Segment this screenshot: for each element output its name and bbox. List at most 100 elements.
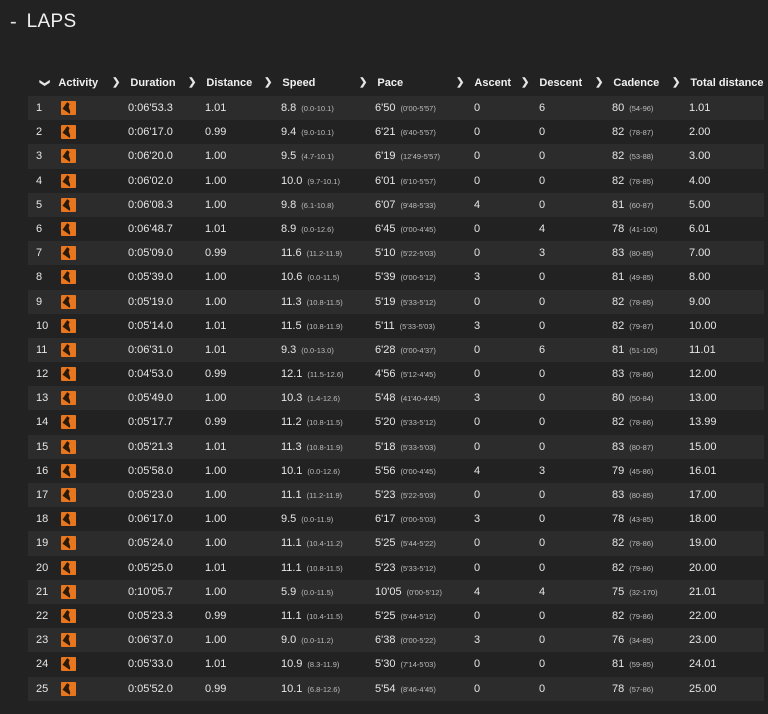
table-row[interactable]: 22 0:05'23.3 0.99 11.1 (10.4-11.5) 5'25 (5… — [28, 603, 764, 629]
lap-speed-range: (0.0-11.2) — [301, 636, 334, 646]
table-row[interactable]: 7 0:05'09.0 0.99 11.6 (11.2-11.9) 5'10 (5'… — [28, 241, 764, 266]
column-header-total-distance[interactable]: ❯ Total distance — [672, 70, 764, 96]
column-header-descent[interactable]: ❯ Descent — [521, 70, 582, 96]
running-shoe-icon[interactable] — [61, 536, 76, 551]
table-row[interactable]: 12 0:04'53.0 0.99 12.1 (11.5-12.6) 4'56 (5… — [28, 362, 764, 387]
table-row[interactable]: 25 0:05'52.0 0.99 10.1 (6.8-12.6) 5'54 (8'… — [28, 676, 764, 701]
lap-descent: 0 — [539, 295, 546, 308]
chevron-right-icon[interactable]: ❯ — [112, 70, 120, 96]
laps-section-header[interactable]: - LAPS — [10, 9, 76, 35]
lap-speed-value: 11.2 — [281, 416, 302, 429]
table-row[interactable]: 14 0:05'17.7 0.99 11.2 (10.8-11.5) 5'20 (5… — [28, 410, 764, 435]
lap-descent: 0 — [539, 198, 546, 211]
lap-distance: 0.99 — [205, 416, 227, 429]
column-header-pace[interactable]: ❯ Pace — [359, 70, 403, 96]
lap-pace: 5'20 (5'33-5'12) — [375, 410, 436, 434]
lap-pace-value: 5'19 — [375, 295, 396, 308]
lap-cadence-range: (78-86) — [629, 370, 654, 380]
running-shoe-icon[interactable] — [61, 488, 76, 502]
chevron-right-icon[interactable]: ❯ — [264, 70, 272, 96]
running-shoe-icon[interactable] — [61, 463, 76, 478]
chevron-right-icon[interactable]: ❯ — [595, 70, 603, 96]
table-row[interactable]: 2 0:06'17.0 0.99 9.4 (9.0-10.1) 6'21 (6'40… — [28, 120, 764, 145]
column-header-label: Speed — [282, 77, 316, 89]
lap-cadence: 76 (34-85) — [612, 628, 653, 652]
lap-cadence: 81 (49-85) — [612, 265, 653, 289]
table-row[interactable]: 23 0:06'37.0 1.00 9.0 (0.0-11.2) 6'38 (0'0… — [28, 628, 764, 653]
lap-cadence-range: (78-85) — [629, 297, 654, 307]
lap-duration: 0:05'39.0 — [128, 271, 173, 284]
table-row[interactable]: 9 0:05'19.0 1.00 11.3 (10.8-11.5) 5'19 (5'… — [28, 289, 764, 314]
lap-speed: 10.1 (0.0-12.6) — [281, 459, 340, 483]
chevron-right-icon[interactable]: ❯ — [672, 70, 680, 96]
chevron-right-icon[interactable]: ❯ — [359, 70, 367, 96]
lap-speed-value: 9.5 — [281, 513, 297, 526]
lap-descent: 4 — [539, 585, 546, 598]
lap-number: 19 — [36, 537, 49, 550]
table-row[interactable]: 1 0:06'53.3 1.01 8.8 (0.0-10.1) 6'50 (0'00… — [28, 96, 764, 121]
table-row[interactable]: 16 0:05'58.0 1.00 10.1 (0.0-12.6) 5'56 (0'… — [28, 458, 764, 483]
running-shoe-icon[interactable] — [61, 342, 76, 357]
running-shoe-icon[interactable] — [61, 633, 76, 648]
column-header-distance[interactable]: ❯ Distance — [188, 70, 252, 96]
chevron-right-icon[interactable]: ❯ — [188, 70, 196, 96]
lap-pace-value: 5'23 — [375, 489, 396, 501]
lap-cadence: 82 (78-86) — [612, 531, 653, 555]
collapse-icon[interactable]: - — [10, 9, 17, 35]
running-shoe-icon[interactable] — [61, 657, 76, 672]
running-shoe-icon[interactable] — [61, 367, 76, 382]
column-header-ascent[interactable]: ❯ Ascent — [456, 70, 511, 96]
running-shoe-icon[interactable] — [61, 270, 76, 285]
lap-ascent: 3 — [474, 319, 481, 332]
running-shoe-icon[interactable] — [61, 318, 76, 333]
lap-speed-value: 11.5 — [281, 319, 302, 332]
running-shoe-icon[interactable] — [61, 584, 76, 599]
table-row[interactable]: 19 0:05'24.0 1.00 11.1 (10.4-11.2) 5'25 (5… — [28, 531, 764, 556]
lap-cadence-value: 82 — [612, 174, 625, 187]
table-row[interactable]: 10 0:05'14.0 1.01 11.5 (10.8-11.9) 5'11 (5… — [28, 313, 764, 338]
lap-distance: 1.01 — [205, 561, 227, 574]
table-row[interactable]: 3 0:06'20.0 1.00 9.5 (4.7-10.1) 6'19 (12'4… — [28, 144, 764, 169]
running-shoe-icon[interactable] — [61, 173, 76, 188]
lap-pace: 6'28 (0'00-4'37) — [375, 338, 436, 362]
running-shoe-icon[interactable] — [61, 125, 76, 140]
running-shoe-icon[interactable] — [61, 391, 76, 406]
table-row[interactable]: 15 0:05'21.3 1.01 11.3 (10.8-11.9) 5'18 (5… — [28, 434, 764, 459]
lap-cadence-value: 82 — [612, 537, 625, 550]
lap-duration: 0:06'02.0 — [128, 174, 173, 187]
running-shoe-icon[interactable] — [61, 439, 76, 454]
table-row[interactable]: 13 0:05'49.0 1.00 10.3 (1.4-12.6) 5'48 (41… — [28, 386, 764, 411]
running-shoe-icon[interactable] — [61, 415, 76, 430]
chevron-right-icon[interactable]: ❯ — [521, 70, 529, 96]
running-shoe-icon[interactable] — [61, 101, 76, 115]
running-shoe-icon[interactable] — [61, 149, 76, 164]
lap-pace-value: 5'18 — [375, 440, 396, 453]
table-row[interactable]: 8 0:05'39.0 1.00 10.6 (0.0-11.5) 5'39 (0'0… — [28, 265, 764, 290]
running-shoe-icon[interactable] — [61, 221, 76, 236]
table-row[interactable]: 6 0:06'48.7 1.01 8.9 (0.0-12.6) 6'45 (0'00… — [28, 216, 764, 242]
column-header-duration[interactable]: ❯ Duration — [112, 70, 176, 96]
table-row[interactable]: 11 0:06'31.0 1.01 9.3 (0.0-13.0) 6'28 (0'0… — [28, 337, 764, 363]
lap-number: 18 — [36, 513, 49, 526]
column-header-cadence[interactable]: ❯ Cadence — [595, 70, 659, 96]
column-header-speed[interactable]: ❯ Speed — [264, 70, 315, 96]
running-shoe-icon[interactable] — [61, 197, 76, 212]
running-shoe-icon[interactable] — [61, 560, 76, 575]
chevron-right-icon[interactable]: ❯ — [456, 70, 464, 96]
table-row[interactable]: 17 0:05'23.0 1.00 11.1 (11.2-11.9) 5'23 (5… — [28, 483, 764, 508]
table-row[interactable]: 21 0:10'05.7 1.00 5.9 (0.0-11.5) 10'05 (0'… — [28, 579, 764, 604]
lap-speed-range: (10.8-11.9) — [306, 442, 343, 452]
table-row[interactable]: 18 0:06'17.0 1.00 9.5 (0.0-11.9) 6'17 (0'0… — [28, 507, 764, 532]
column-header-activity[interactable]: ❯ Activity — [39, 70, 98, 96]
table-row[interactable]: 20 0:05'25.0 1.01 11.1 (10.8-11.5) 5'23 (5… — [28, 555, 764, 580]
table-row[interactable]: 5 0:06'08.3 1.00 9.8 (6.1-10.8) 6'07 (9'48… — [28, 192, 764, 217]
running-shoe-icon[interactable] — [61, 512, 76, 527]
lap-ascent: 0 — [474, 343, 481, 356]
chevron-down-icon[interactable]: ❯ — [31, 79, 57, 87]
running-shoe-icon[interactable] — [61, 681, 76, 696]
table-row[interactable]: 4 0:06'02.0 1.00 10.0 (9.7-10.1) 6'01 (6'1… — [28, 168, 764, 193]
table-row[interactable]: 24 0:05'33.0 1.01 10.9 (8.3-11.9) 5'30 (7'… — [28, 652, 764, 677]
running-shoe-icon[interactable] — [61, 608, 76, 623]
running-shoe-icon[interactable] — [61, 246, 76, 261]
running-shoe-icon[interactable] — [61, 294, 76, 309]
